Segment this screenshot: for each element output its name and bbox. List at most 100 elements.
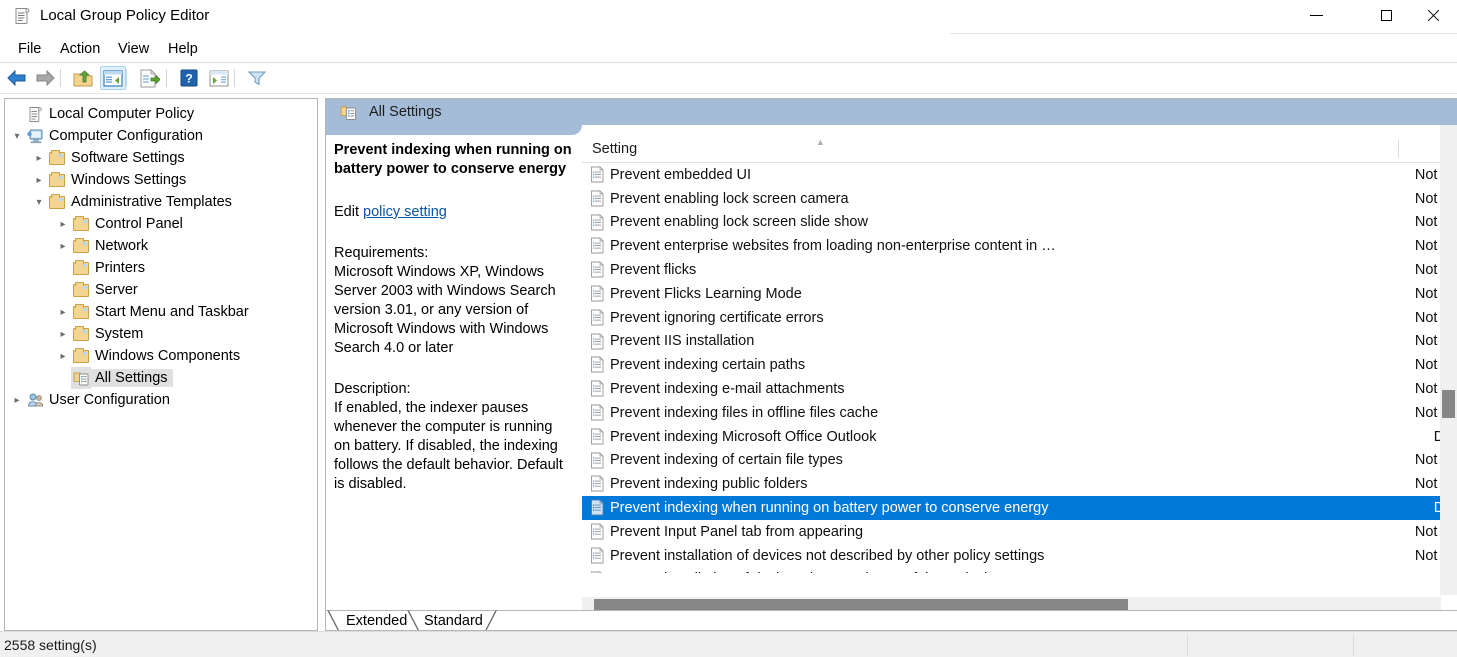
- table-row[interactable]: Prevent embedded UI Not configured No: [582, 163, 1457, 187]
- show-hide-console-tree-button[interactable]: [100, 66, 126, 90]
- column-header-setting[interactable]: Setting: [592, 135, 637, 163]
- policy-setting-icon: [590, 475, 605, 492]
- properties-button[interactable]: [136, 66, 162, 90]
- menu-file[interactable]: File: [10, 36, 49, 62]
- policy-title: Prevent indexing when running on battery…: [334, 142, 572, 177]
- back-button[interactable]: [4, 66, 30, 90]
- tree-item-start-menu-and-taskbar[interactable]: ▸ Start Menu and Taskbar: [5, 301, 317, 323]
- chevron-right-icon[interactable]: ▸: [55, 235, 71, 257]
- forward-button[interactable]: [32, 66, 58, 90]
- close-icon: [1426, 9, 1440, 23]
- table-row[interactable]: Prevent installation of devices not desc…: [582, 544, 1457, 568]
- tree-item-server[interactable]: Server: [5, 279, 317, 301]
- policy-setting-icon: [590, 166, 605, 183]
- settings-rows: Prevent embedded UI Not configured No Pr…: [582, 163, 1457, 573]
- all-settings-icon: [71, 367, 91, 389]
- folder-icon: [71, 301, 91, 323]
- list-column-headers[interactable]: Setting ▲ State Comment: [582, 135, 1457, 163]
- vertical-scrollbar-thumb[interactable]: [1442, 390, 1455, 418]
- pane-header-notch: [326, 125, 582, 135]
- show-hide-action-pane-button[interactable]: [206, 66, 232, 90]
- maximize-button[interactable]: [1363, 0, 1409, 31]
- pane-header: [326, 99, 1457, 125]
- requirements-text: Microsoft Windows XP, Windows Server 200…: [334, 264, 556, 356]
- tab-extended[interactable]: Extended: [340, 611, 413, 630]
- toolbar: ?: [0, 63, 1457, 93]
- chevron-down-icon[interactable]: ▾: [9, 125, 25, 147]
- policy-setting-link[interactable]: policy setting: [363, 204, 447, 220]
- menu-help[interactable]: Help: [160, 36, 206, 62]
- folder-icon: [71, 257, 91, 279]
- table-row[interactable]: Prevent indexing Microsoft Office Outloo…: [582, 425, 1457, 449]
- tree-item-windows-components[interactable]: ▸ Windows Components: [5, 345, 317, 367]
- tree-item-computer-configuration[interactable]: ▾ Computer Configuration: [5, 125, 317, 147]
- table-row[interactable]: Prevent Input Panel tab from appearing N…: [582, 520, 1457, 544]
- up-one-level-button[interactable]: [70, 66, 96, 90]
- tree-item-system[interactable]: ▸ System: [5, 323, 317, 345]
- window-title: Local Group Policy Editor: [40, 7, 210, 24]
- tree-item-user-configuration[interactable]: ▸ User Configuration: [5, 389, 317, 411]
- chevron-right-icon[interactable]: ▸: [9, 389, 25, 411]
- table-row-selected[interactable]: Prevent indexing when running on battery…: [582, 496, 1457, 520]
- description-text: If enabled, the indexer pauses whenever …: [334, 400, 563, 492]
- chevron-right-icon[interactable]: ▸: [31, 147, 47, 169]
- filter-button[interactable]: [244, 66, 270, 90]
- chevron-right-icon[interactable]: ▸: [55, 345, 71, 367]
- cell-setting: Prevent installation of devices not desc…: [610, 547, 1045, 564]
- close-button[interactable]: [1410, 0, 1456, 31]
- properties-icon: [140, 68, 160, 87]
- table-row[interactable]: Prevent indexing e-mail attachments Not …: [582, 377, 1457, 401]
- chevron-right-icon[interactable]: ▸: [55, 323, 71, 345]
- title-bar: Local Group Policy Editor: [0, 0, 1457, 32]
- show-hide-action-pane-icon: [209, 70, 229, 86]
- chevron-right-icon[interactable]: ▸: [31, 169, 47, 191]
- tree-item-label: Windows Components: [95, 348, 241, 364]
- table-row[interactable]: Prevent enabling lock screen slide show …: [582, 211, 1457, 235]
- filter-icon: [247, 71, 267, 86]
- table-row[interactable]: Prevent indexing of certain file types N…: [582, 449, 1457, 473]
- computer-icon: [25, 125, 45, 147]
- table-row[interactable]: Prevent indexing files in offline files …: [582, 401, 1457, 425]
- view-tabs: ╲ Extended ╲ Standard ╱: [326, 610, 1457, 630]
- table-row[interactable]: Prevent flicks Not configured No: [582, 258, 1457, 282]
- vertical-scrollbar[interactable]: [1440, 125, 1457, 595]
- show-hide-console-tree-icon: [103, 69, 123, 87]
- table-row[interactable]: Prevent installation of devices that mat…: [582, 568, 1457, 573]
- tree-item-control-panel[interactable]: ▸ Control Panel: [5, 213, 317, 235]
- cell-setting: Prevent enabling lock screen slide show: [610, 214, 868, 231]
- local-group-policy-editor-window: Local Group Policy Editor File Action Vi…: [0, 0, 1457, 657]
- cell-setting: Prevent indexing public folders: [610, 476, 808, 493]
- table-row[interactable]: Prevent indexing public folders Not conf…: [582, 472, 1457, 496]
- chevron-down-icon[interactable]: ▾: [31, 191, 47, 213]
- minimize-button[interactable]: [1293, 0, 1339, 31]
- chevron-right-icon[interactable]: ▸: [55, 213, 71, 235]
- chevron-right-icon[interactable]: ▸: [55, 301, 71, 323]
- help-button[interactable]: ?: [176, 66, 202, 90]
- table-row[interactable]: Prevent enterprise websites from loading…: [582, 234, 1457, 258]
- table-row[interactable]: Prevent enabling lock screen camera Not …: [582, 187, 1457, 211]
- all-settings-icon: [340, 104, 358, 121]
- tree-item-all-settings[interactable]: All Settings: [5, 367, 317, 389]
- policy-setting-icon: [590, 189, 605, 207]
- menu-view[interactable]: View: [110, 36, 157, 62]
- tree-item-local-computer-policy[interactable]: Local Computer Policy: [5, 103, 317, 125]
- console-tree-panel[interactable]: Local Computer Policy ▾ Computer Configu…: [4, 98, 318, 631]
- table-row[interactable]: Prevent ignoring certificate errors Not …: [582, 306, 1457, 330]
- table-row[interactable]: Prevent IIS installation Not configured …: [582, 330, 1457, 354]
- menu-bar: File Action View Help: [0, 36, 1457, 62]
- tree-item-software-settings[interactable]: ▸ Software Settings: [5, 147, 317, 169]
- table-row[interactable]: Prevent indexing certain paths Not confi…: [582, 353, 1457, 377]
- settings-list[interactable]: Setting ▲ State Comment Prevent embedded…: [582, 125, 1457, 595]
- tree-item-network[interactable]: ▸ Network: [5, 235, 317, 257]
- policy-setting-icon: [590, 261, 605, 278]
- tree-item-windows-settings[interactable]: ▸ Windows Settings: [5, 169, 317, 191]
- tree-item-printers[interactable]: Printers: [5, 257, 317, 279]
- policy-setting-icon: [590, 308, 605, 326]
- cell-setting: Prevent indexing e-mail attachments: [610, 381, 845, 398]
- tab-standard[interactable]: Standard: [418, 611, 489, 630]
- tab-slash-right: ╱: [486, 611, 497, 630]
- tree-item-administrative-templates[interactable]: ▾ Administrative Templates: [5, 191, 317, 213]
- table-row[interactable]: Prevent Flicks Learning Mode Not configu…: [582, 282, 1457, 306]
- cell-setting: Prevent indexing of certain file types: [610, 452, 843, 469]
- menu-action[interactable]: Action: [52, 36, 108, 62]
